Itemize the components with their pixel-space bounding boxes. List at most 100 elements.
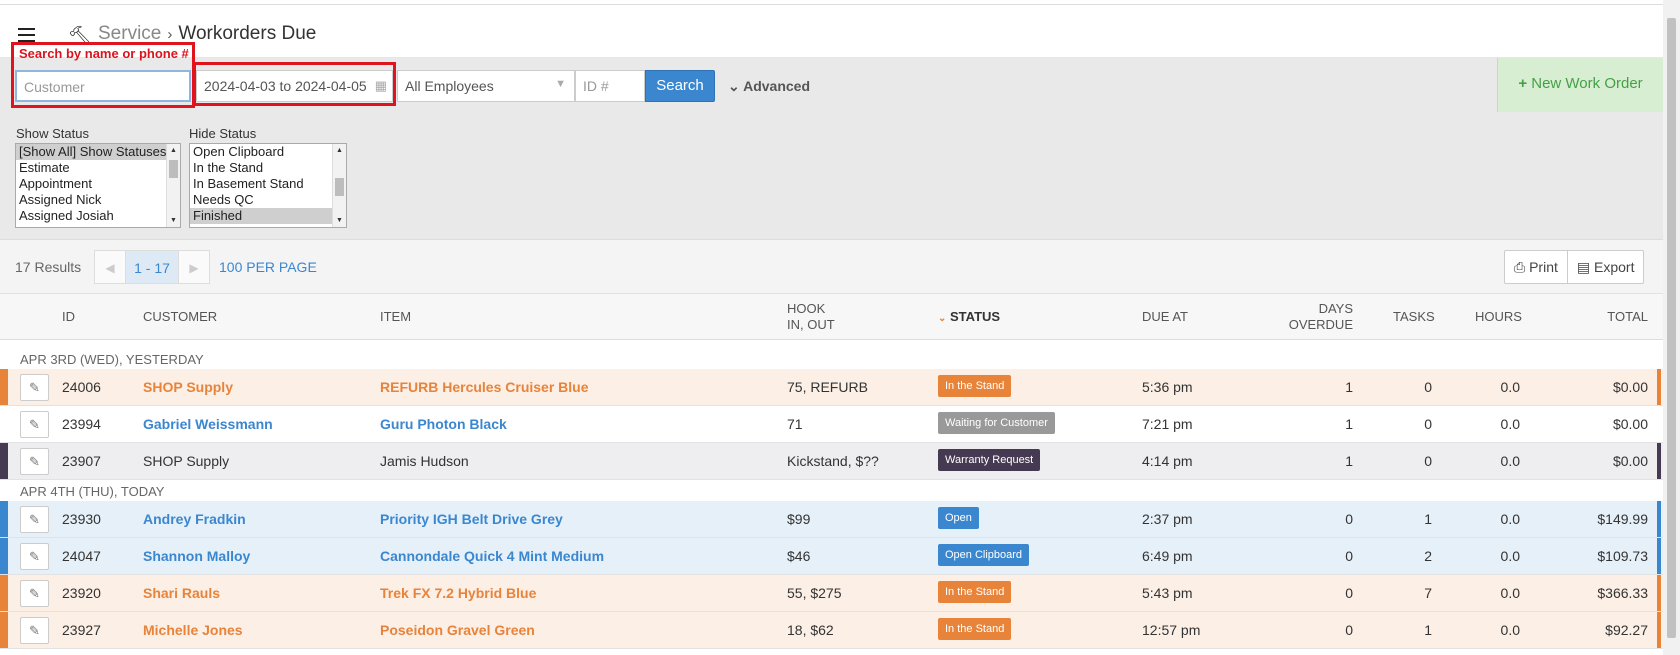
list-item[interactable]: In the Stand: [190, 160, 346, 176]
row-customer-link[interactable]: Andrey Fradkin: [143, 511, 246, 527]
advanced-label: Advanced: [743, 78, 811, 94]
edit-button[interactable]: ✎: [20, 411, 49, 438]
edit-button[interactable]: ✎: [20, 448, 49, 475]
pencil-icon: ✎: [29, 623, 40, 638]
row-hours: 0.0: [1500, 416, 1520, 432]
table-row[interactable]: ✎ 23927 Michelle Jones Poseidon Gravel Gree…: [0, 612, 1663, 649]
id-input[interactable]: ID #: [575, 70, 645, 102]
table-row[interactable]: ✎ 23920 Shari Rauls Trek FX 7.2 Hybrid Blue…: [0, 575, 1663, 612]
row-hook: $46: [787, 548, 811, 564]
row-days-overdue: 1: [1345, 379, 1353, 395]
row-days-overdue: 1: [1345, 453, 1353, 469]
scroll-thumb[interactable]: [335, 178, 344, 196]
col-hook[interactable]: HOOK IN, OUT: [787, 301, 835, 333]
list-item[interactable]: Finished: [190, 208, 346, 224]
row-item-link[interactable]: Guru Photon Black: [380, 416, 507, 432]
scrollbar[interactable]: ▲ ▼: [332, 144, 346, 227]
row-hook: 55, $275: [787, 585, 842, 601]
row-customer-link[interactable]: Michelle Jones: [143, 622, 243, 638]
list-item[interactable]: Assigned Josiah: [16, 208, 180, 224]
pager: ◀ 1 - 17 ▶: [94, 250, 210, 284]
employee-select-value: All Employees: [405, 78, 494, 94]
status-edge: [1657, 501, 1661, 537]
group-header: APR 3RD (WED), YESTERDAY: [20, 352, 204, 367]
prev-page-icon[interactable]: ◀: [95, 251, 125, 283]
status-edge: [0, 369, 8, 405]
row-hook: 18, $62: [787, 622, 834, 638]
row-customer-link[interactable]: SHOP Supply: [143, 379, 233, 395]
scrollbar[interactable]: ▲ ▼: [166, 144, 180, 227]
pencil-icon: ✎: [29, 417, 40, 432]
row-total: $0.00: [1612, 416, 1648, 432]
row-hours: 0.0: [1500, 622, 1520, 638]
row-tasks: 1: [1424, 622, 1432, 638]
hide-status-list[interactable]: Open Clipboard In the Stand In Basement …: [189, 143, 347, 228]
edit-button[interactable]: ✎: [20, 580, 49, 607]
print-button[interactable]: ⎙ Print: [1505, 251, 1567, 283]
row-tasks: 1: [1424, 511, 1432, 527]
row-due-at: 5:43 pm: [1142, 585, 1193, 601]
list-item[interactable]: Estimate: [16, 160, 180, 176]
edit-button[interactable]: ✎: [20, 617, 49, 644]
pencil-icon: ✎: [29, 512, 40, 527]
plus-icon: +: [1518, 75, 1528, 92]
edit-button[interactable]: ✎: [20, 543, 49, 570]
row-customer-link[interactable]: Gabriel Weissmann: [143, 416, 273, 432]
row-customer-link[interactable]: Shannon Malloy: [143, 548, 250, 564]
export-button[interactable]: ▤ Export: [1566, 251, 1644, 283]
status-badge: Warranty Request: [938, 449, 1041, 471]
table-row[interactable]: ✎ 23994 Gabriel Weissmann Guru Photon Black…: [0, 406, 1663, 443]
row-id: 23994: [62, 416, 101, 432]
col-total[interactable]: TOTAL: [1560, 309, 1648, 325]
row-customer-link[interactable]: SHOP Supply: [143, 453, 229, 469]
status-edge: [0, 575, 8, 611]
employee-select[interactable]: All Employees ▼: [397, 70, 575, 102]
table-row[interactable]: ✎ 23907 SHOP Supply Jamis Hudson Kickstand, …: [0, 443, 1663, 480]
page-scrollbar[interactable]: [1663, 0, 1680, 655]
edit-button[interactable]: ✎: [20, 374, 49, 401]
per-page-link[interactable]: 100 PER PAGE: [219, 259, 317, 275]
scroll-thumb[interactable]: [1667, 18, 1676, 638]
list-item[interactable]: [Show All] Show Statuses: [16, 144, 180, 160]
col-overdue-line1: DAYS: [1318, 301, 1353, 316]
advanced-toggle[interactable]: ⌄ Advanced: [728, 78, 810, 95]
col-customer[interactable]: CUSTOMER: [143, 309, 217, 325]
search-button[interactable]: Search: [645, 70, 715, 102]
scroll-thumb[interactable]: [169, 160, 178, 178]
row-total: $0.00: [1612, 379, 1648, 395]
status-badge: In the Stand: [938, 581, 1012, 603]
status-badge: Waiting for Customer: [938, 412, 1055, 434]
edit-button[interactable]: ✎: [20, 506, 49, 533]
table-row[interactable]: ✎ 23930 Andrey Fradkin Priority IGH Belt Dr…: [0, 501, 1663, 538]
new-work-order-button[interactable]: + New Work Order: [1497, 58, 1663, 112]
col-hours[interactable]: HOURS: [1475, 309, 1522, 325]
col-id[interactable]: ID: [62, 309, 75, 325]
list-item[interactable]: Appointment: [16, 176, 180, 192]
row-item-link[interactable]: Trek FX 7.2 Hybrid Blue: [380, 585, 536, 601]
row-item-link[interactable]: Cannondale Quick 4 Mint Medium: [380, 548, 604, 564]
next-page-icon[interactable]: ▶: [179, 251, 209, 283]
row-item-link[interactable]: REFURB Hercules Cruiser Blue: [380, 379, 589, 395]
row-hook: 71: [787, 416, 803, 432]
chevron-down-icon: ⌄: [728, 78, 744, 94]
row-item-link[interactable]: Priority IGH Belt Drive Grey: [380, 511, 563, 527]
col-status[interactable]: ⌄ STATUS: [938, 309, 1000, 327]
page-range[interactable]: 1 - 17: [125, 251, 179, 283]
row-customer-link[interactable]: Shari Rauls: [143, 585, 220, 601]
list-item[interactable]: Open Clipboard: [190, 144, 346, 160]
col-due-at[interactable]: DUE AT: [1142, 309, 1188, 325]
breadcrumb-service[interactable]: Service: [98, 23, 161, 44]
col-tasks[interactable]: TASKS: [1393, 309, 1435, 325]
show-status-list[interactable]: [Show All] Show Statuses Estimate Appoin…: [15, 143, 181, 228]
row-item-link[interactable]: Poseidon Gravel Green: [380, 622, 535, 638]
list-item[interactable]: In Basement Stand: [190, 176, 346, 192]
table-row[interactable]: ✎ 24047 Shannon Malloy Cannondale Quick 4 M…: [0, 538, 1663, 575]
hide-status-label: Hide Status: [189, 126, 257, 141]
row-item-link[interactable]: Jamis Hudson: [380, 453, 469, 469]
table-row[interactable]: ✎ 24006 SHOP Supply REFURB Hercules Cruiser…: [0, 369, 1663, 406]
list-item[interactable]: Needs QC: [190, 192, 346, 208]
list-item[interactable]: Assigned Nick: [16, 192, 180, 208]
status-edge: [0, 612, 8, 648]
col-days-overdue[interactable]: DAYS OVERDUE: [1280, 301, 1353, 333]
col-item[interactable]: ITEM: [380, 309, 411, 325]
